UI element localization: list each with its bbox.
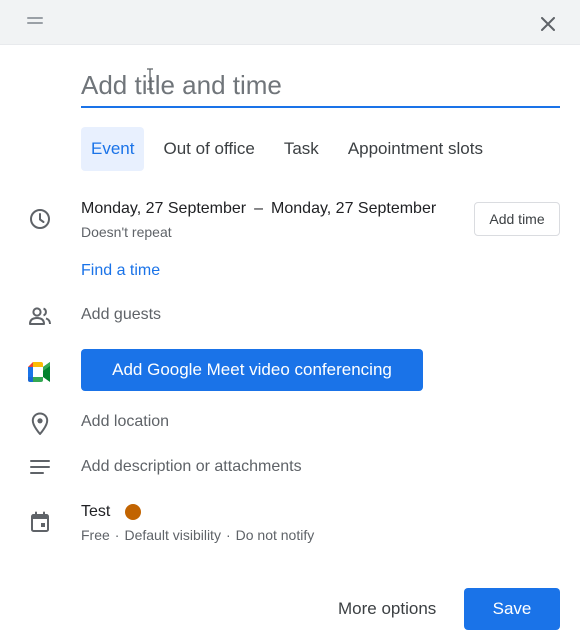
title-field — [81, 66, 560, 108]
save-button[interactable]: Save — [464, 588, 560, 630]
availability-setting[interactable]: Free — [81, 527, 110, 543]
clock-icon — [28, 207, 52, 231]
people-icon — [28, 304, 52, 328]
notify-setting[interactable]: Do not notify — [236, 527, 315, 543]
end-date[interactable]: Monday, 27 September — [271, 200, 436, 217]
meta-separator: · — [225, 527, 231, 543]
tab-appointment-slots[interactable]: Appointment slots — [338, 127, 493, 171]
dialog-header — [0, 0, 580, 45]
title-input[interactable] — [81, 66, 560, 104]
start-date[interactable]: Monday, 27 September — [81, 200, 246, 217]
add-description-field[interactable]: Add description or attachments — [81, 458, 302, 476]
calendar-color-dot[interactable] — [125, 504, 141, 520]
tab-event[interactable]: Event — [81, 127, 145, 171]
close-icon — [541, 17, 555, 31]
date-separator: – — [254, 200, 264, 217]
add-location-field[interactable]: Add location — [81, 413, 169, 431]
tab-task[interactable]: Task — [274, 127, 329, 171]
drag-handle-icon[interactable] — [27, 17, 43, 25]
location-pin-icon — [28, 412, 52, 436]
find-a-time-link[interactable]: Find a time — [81, 262, 160, 280]
add-guests-field[interactable]: Add guests — [81, 306, 161, 324]
date-range[interactable]: Monday, 27 September – Monday, 27 Septembe… — [81, 200, 436, 218]
calendar-icon — [28, 510, 52, 534]
google-meet-icon — [28, 360, 52, 384]
calendar-meta: Free · Default visibility · Do not notify — [81, 527, 314, 543]
event-type-tabs: Event Out of office Task Appointment slo… — [81, 127, 502, 171]
calendar-name[interactable]: Test — [81, 503, 110, 521]
more-options-button[interactable]: More options — [328, 588, 446, 630]
close-button[interactable] — [534, 10, 562, 38]
tab-out-of-office[interactable]: Out of office — [153, 127, 264, 171]
notes-icon — [28, 455, 52, 479]
repeat-setting[interactable]: Doesn't repeat — [81, 224, 172, 240]
add-time-button[interactable]: Add time — [474, 202, 560, 236]
add-google-meet-button[interactable]: Add Google Meet video conferencing — [81, 349, 423, 391]
visibility-setting[interactable]: Default visibility — [124, 527, 220, 543]
meta-separator: · — [114, 527, 120, 543]
